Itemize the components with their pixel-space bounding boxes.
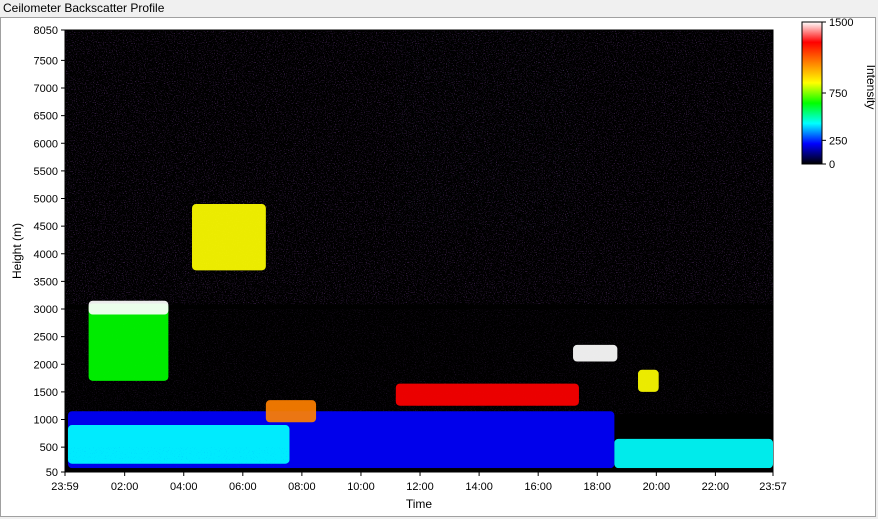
- colorbar-tick-label: 0: [829, 159, 835, 171]
- layer-low-cloud: [265, 400, 317, 423]
- residual-texture: [65, 447, 290, 467]
- colorbar-gradient: [801, 21, 823, 165]
- y-tick-label: 1000: [34, 415, 58, 427]
- x-tick-label: 02:00: [111, 481, 139, 493]
- colorbar-tick-label: 750: [829, 88, 847, 100]
- x-tick-label: 16:00: [524, 481, 552, 493]
- x-tick-label: 14:00: [465, 481, 493, 493]
- x-tick-label: 08:00: [288, 481, 316, 493]
- y-tick-label: 8050: [34, 25, 58, 37]
- colorbar-tick-label: 1500: [829, 18, 853, 29]
- colorbar: 0 250 750 1500: [801, 18, 853, 171]
- chart-window: Ceilometer Backscatter Profile 23:59 02:…: [0, 0, 878, 519]
- y-tick-label: 6000: [34, 138, 58, 150]
- x-tick-label: 23:59: [51, 481, 79, 493]
- x-tick-label: 06:00: [229, 481, 257, 493]
- layer-cloud-1730: [573, 344, 618, 362]
- x-tick-label: 20:00: [643, 481, 671, 493]
- x-tick-label: 18:00: [583, 481, 611, 493]
- ground-strip: [65, 468, 773, 472]
- backscatter-chart: 23:59 02:00 04:00 06:00 08:00 10:00 12:00 14:00…: [10, 18, 875, 511]
- y-tick-label: 5000: [34, 194, 58, 206]
- colorbar-label: Intensity: [864, 65, 875, 110]
- y-tick-label: 6500: [34, 111, 58, 123]
- layer-upper-cloud: [192, 204, 266, 271]
- window-title: Ceilometer Backscatter Profile: [3, 1, 165, 15]
- y-tick-label: 7500: [34, 55, 58, 67]
- x-tick-label: 23:57: [759, 481, 787, 493]
- layer-evening-boundary: [614, 438, 773, 469]
- y-tick-label: 3500: [34, 276, 58, 288]
- colorbar-tick-label: 250: [829, 135, 847, 147]
- y-tick-label: 4000: [34, 249, 58, 261]
- x-axis-label: Time: [406, 497, 433, 511]
- x-tick-label: 22:00: [702, 481, 730, 493]
- y-axis-label: Height (m): [10, 223, 24, 279]
- y-tick-label: 1500: [34, 387, 58, 399]
- y-tick-label: 2000: [34, 359, 58, 371]
- y-tick-label: 50: [46, 467, 58, 479]
- y-tick-label: 3000: [34, 304, 58, 316]
- x-tick-label: 10:00: [347, 481, 375, 493]
- y-tick-label: 7000: [34, 83, 58, 95]
- x-tick-label: 04:00: [170, 481, 198, 493]
- chart-frame: 23:59 02:00 04:00 06:00 08:00 10:00 12:00 14:00…: [0, 17, 876, 517]
- layer-late-cloud: [638, 369, 659, 392]
- y-axis: 50 500 1000 1500 2000 2500 3000 3500 4000 4500 500…: [34, 25, 65, 479]
- layer-midday-cloud-base: [395, 383, 579, 406]
- x-tick-label: 12:00: [406, 481, 434, 493]
- y-tick-label: 500: [40, 442, 58, 454]
- y-tick-label: 4500: [34, 221, 58, 233]
- x-axis: 23:59 02:00 04:00 06:00 08:00 10:00 12:00 14:00…: [51, 472, 787, 493]
- layer-elevated-cloud-top: [88, 300, 169, 315]
- midday-noise-texture: [395, 30, 579, 229]
- y-tick-label: 2500: [34, 332, 58, 344]
- layer-elevated-layer: [88, 303, 169, 381]
- y-tick-label: 5500: [34, 166, 58, 178]
